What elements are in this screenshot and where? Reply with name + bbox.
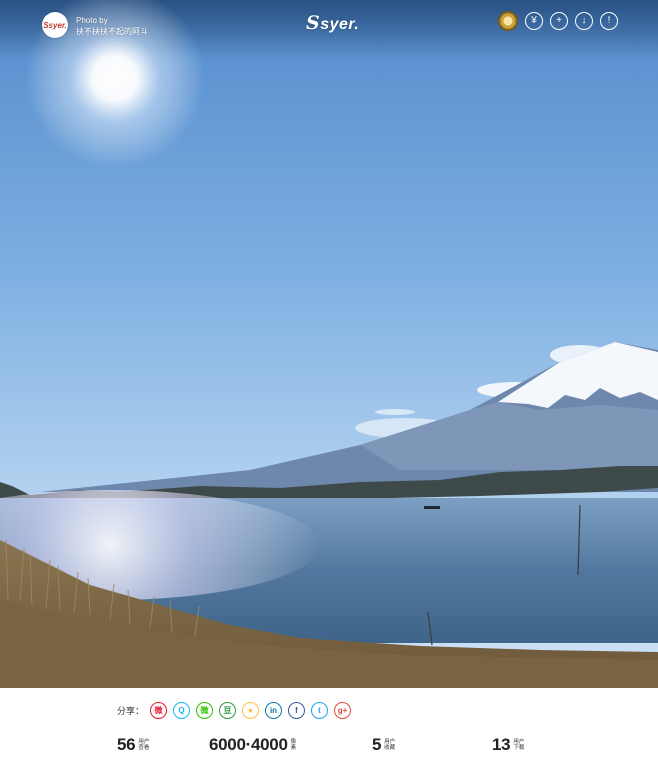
googleplus-share-icon[interactable]: g+: [334, 702, 352, 719]
medal-badge-icon[interactable]: [498, 11, 518, 31]
logo-mark: S: [306, 12, 321, 34]
stat-pixels: 6000·4000 像素: [209, 735, 298, 755]
author-avatar[interactable]: Ssyer.: [42, 12, 68, 38]
views-count: 56: [117, 735, 136, 754]
stat-views: 56 用户查看: [117, 735, 150, 755]
hero-photo: Ssyer. Photo by 扶不扶扶不起的阿斗 Ssyer. ¥ + ↓ !: [0, 0, 658, 688]
wechat-share-icon[interactable]: 微: [196, 702, 214, 719]
stat-downloads: 13 用户下载: [492, 735, 525, 755]
top-bar: Ssyer. Photo by 扶不扶扶不起的阿斗 Ssyer. ¥ + ↓ !: [0, 0, 658, 50]
share-row: 分享： 微 Q 微豆 ★ in f t g+: [117, 702, 357, 719]
linkedin-share-icon[interactable]: in: [265, 702, 283, 719]
mount-fuji-lake-photo: [0, 0, 658, 688]
author-name-link[interactable]: 扶不扶扶不起的阿斗: [76, 26, 148, 37]
sponsor-yen-icon[interactable]: ¥: [525, 12, 543, 30]
facebook-share-icon[interactable]: f: [288, 702, 306, 719]
qq-share-icon[interactable]: Q: [173, 702, 191, 719]
share-label: 分享：: [117, 706, 145, 716]
favorites-count: 5: [372, 735, 382, 754]
toolbar: ¥ + ↓ !: [498, 11, 618, 31]
views-label: 用户查看: [138, 738, 150, 752]
report-icon[interactable]: !: [600, 12, 618, 30]
download-icon[interactable]: ↓: [575, 12, 593, 30]
pixels-label: 像素: [290, 738, 297, 752]
weibo-share-icon[interactable]: 微: [150, 702, 168, 719]
logo-text: syer.: [320, 16, 360, 33]
pixel-dimensions: 6000·4000: [209, 735, 288, 754]
downloads-count: 13: [492, 735, 511, 754]
favorites-label: 用户收藏: [384, 738, 396, 752]
stat-favorites: 5 用户收藏: [372, 735, 396, 755]
qzone-share-icon[interactable]: ★: [242, 702, 260, 719]
share-buttons: 微 Q 微豆 ★ in f t g+: [150, 702, 357, 719]
photo-credit: Photo by 扶不扶扶不起的阿斗: [76, 15, 148, 37]
add-collection-icon[interactable]: +: [550, 12, 568, 30]
downloads-label: 用户下载: [513, 738, 525, 752]
twitter-share-icon[interactable]: t: [311, 702, 329, 719]
photo-by-label: Photo by: [76, 16, 108, 25]
site-logo[interactable]: Ssyer.: [306, 12, 359, 34]
photo-stats: 56 用户查看 6000·4000 像素 5 用户收藏 13 用户下载: [0, 735, 658, 765]
douban-share-icon[interactable]: 豆: [219, 702, 237, 719]
